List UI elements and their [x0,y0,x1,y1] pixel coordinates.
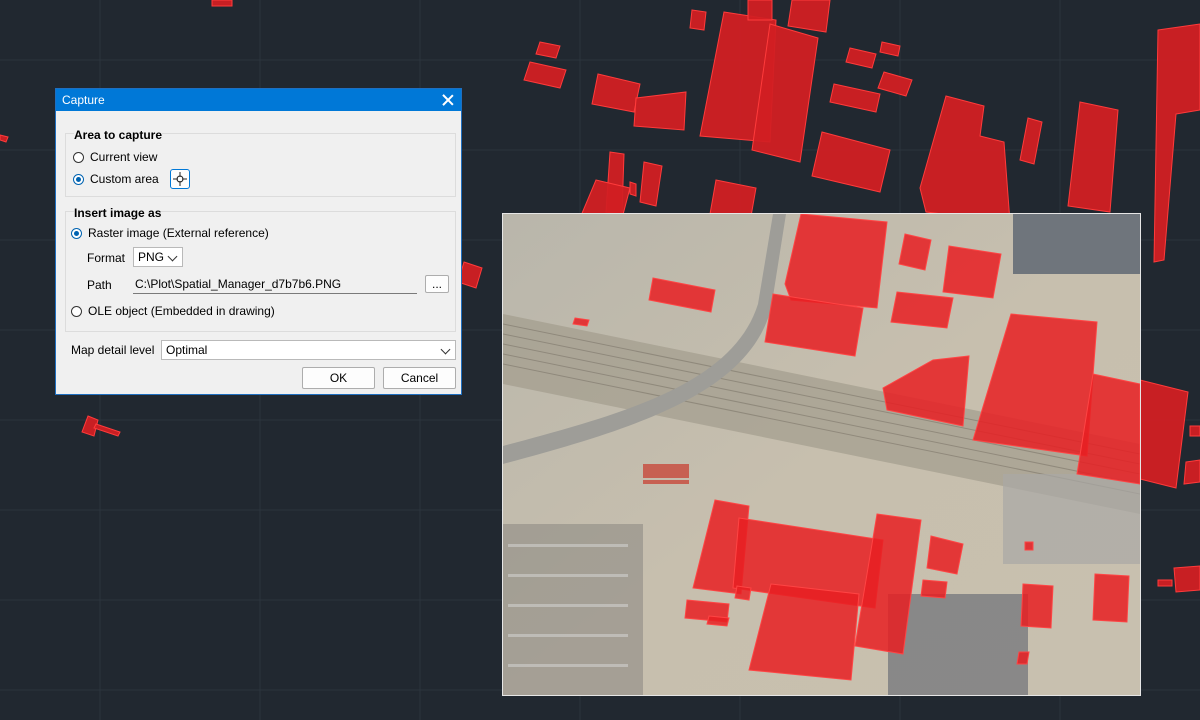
path-field[interactable]: C:\Plot\Spatial_Manager_d7b7b6.PNG [133,274,417,294]
ok-button[interactable]: OK [302,367,375,389]
capture-dialog: Capture Area to capture Current view Cus… [55,88,462,395]
current-view-option[interactable]: Current view [73,150,157,164]
chevron-down-icon [440,344,451,355]
custom-area-option[interactable]: Custom area [73,169,190,189]
captured-satellite-map [502,213,1141,696]
cancel-button[interactable]: Cancel [383,367,456,389]
browse-label: ... [431,277,442,291]
ole-object-option[interactable]: OLE object (Embedded in drawing) [71,304,275,318]
chevron-down-icon [167,251,178,262]
current-view-label: Current view [90,150,158,164]
ole-object-label: OLE object (Embedded in drawing) [88,304,275,318]
raster-image-option[interactable]: Raster image (External reference) [71,226,269,240]
raster-image-radio[interactable] [71,227,82,239]
area-to-capture-group: Area to capture Current view Custom area [65,128,456,197]
custom-area-label: Custom area [90,172,159,186]
map-detail-label: Map detail level [71,343,155,357]
current-view-radio[interactable] [73,151,84,163]
map-detail-value: Optimal [166,343,208,357]
dialog-titlebar[interactable]: Capture [56,89,461,111]
pick-area-button[interactable] [169,169,190,189]
path-label: Path [87,278,112,292]
map-image [503,214,1140,695]
crosshair-icon [172,172,187,186]
format-value: PNG [138,250,165,264]
dialog-title: Capture [62,93,105,107]
area-group-title: Area to capture [74,128,163,142]
cancel-label: Cancel [400,371,439,385]
insert-image-group: Insert image as Raster image (External r… [65,206,456,332]
ok-label: OK [329,371,348,385]
raster-image-label: Raster image (External reference) [88,226,269,240]
insert-group-title: Insert image as [74,206,162,220]
ole-object-radio[interactable] [71,305,82,317]
format-label: Format [87,251,126,265]
browse-button[interactable]: ... [425,275,449,293]
format-select[interactable]: PNG [133,247,183,267]
map-detail-select[interactable]: Optimal [161,340,456,360]
close-icon[interactable] [441,93,455,107]
path-value: C:\Plot\Spatial_Manager_d7b7b6.PNG [135,276,342,291]
custom-area-radio[interactable] [73,173,84,185]
